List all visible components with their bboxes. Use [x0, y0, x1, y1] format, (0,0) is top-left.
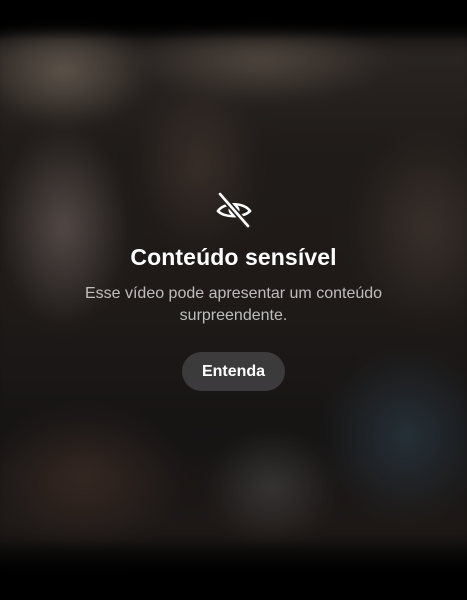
sensitive-video-frame: Conteúdo sensível Esse vídeo pode aprese… — [0, 0, 467, 600]
warning-title: Conteúdo sensível — [130, 244, 337, 270]
eye-slash-icon — [216, 191, 251, 229]
warning-description: Esse vídeo pode apresentar um conteúdo s… — [84, 285, 383, 324]
understand-button[interactable]: Entenda — [181, 352, 286, 391]
sensitive-content-warning: Conteúdo sensível Esse vídeo pode aprese… — [0, 190, 467, 391]
